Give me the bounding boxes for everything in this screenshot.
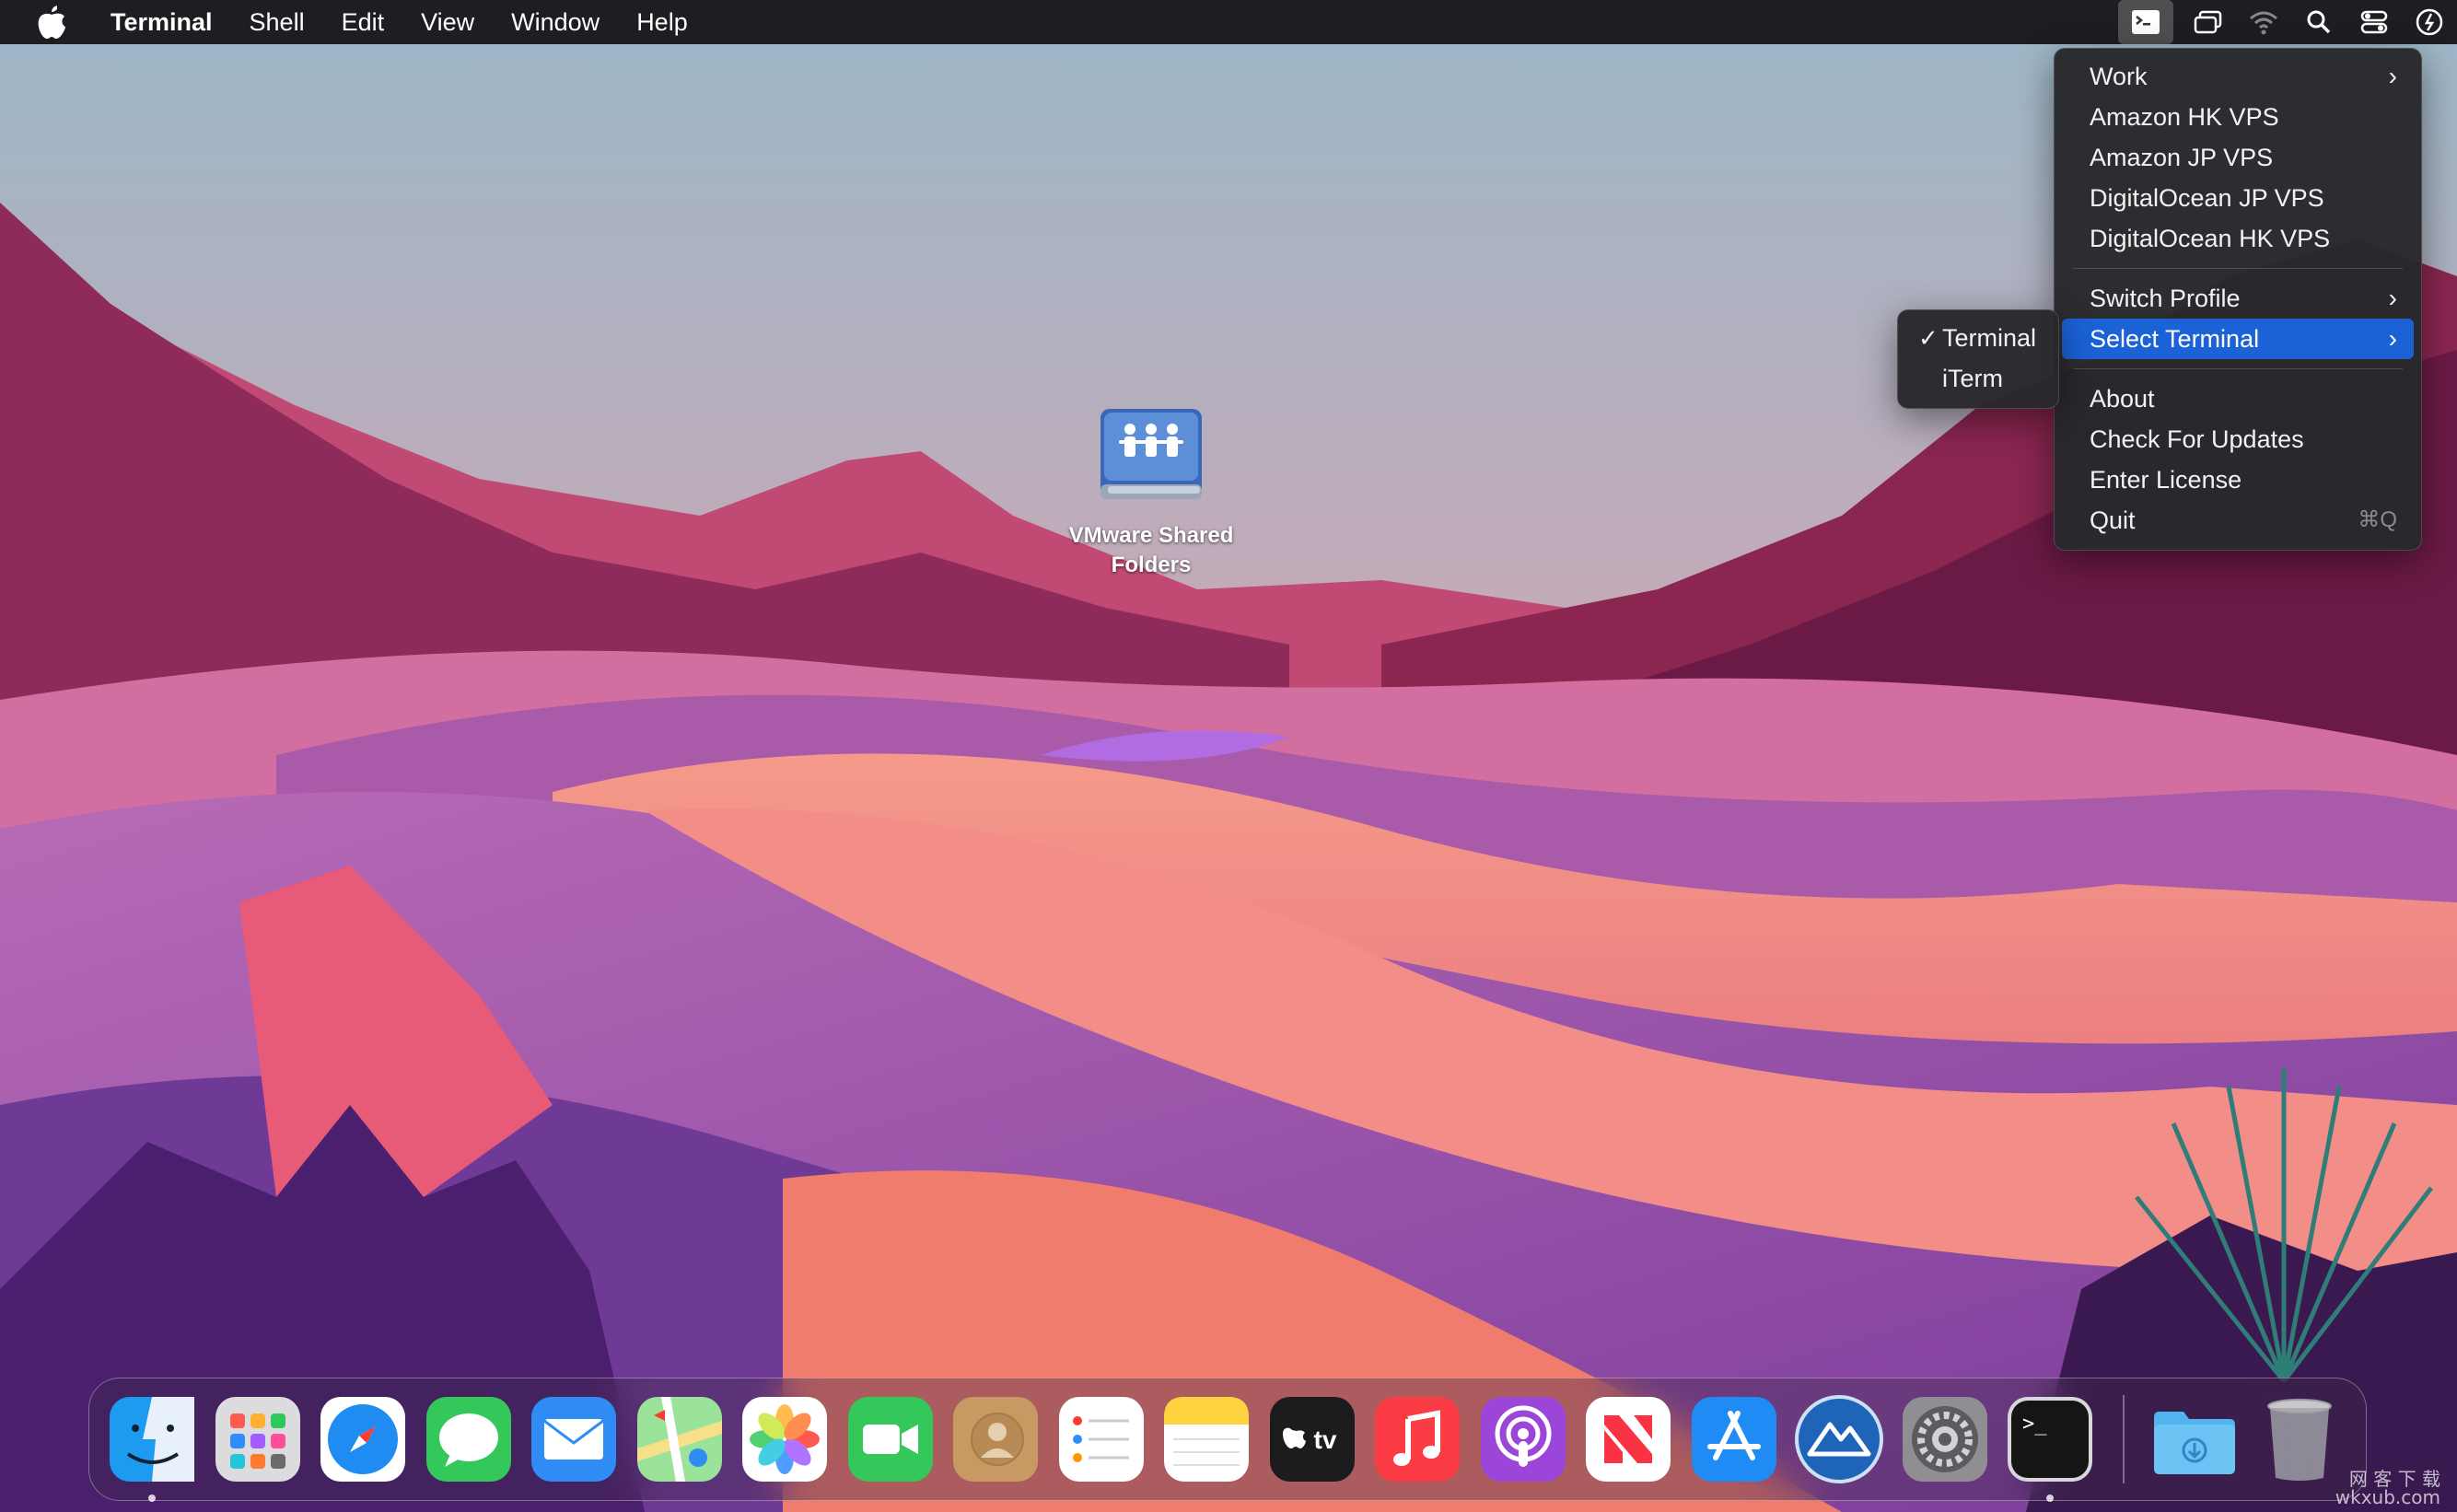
menu-item-label: Select Terminal <box>2090 325 2260 353</box>
select-terminal-submenu: ✓ Terminal iTerm <box>1897 309 2059 409</box>
menu-separator <box>2073 268 2403 269</box>
watermark-line2: wkxub.com <box>2335 1486 2440 1508</box>
status-area <box>2118 0 2457 44</box>
submenu-item-label: Terminal <box>1942 324 2037 352</box>
dock-system-preferences[interactable] <box>1899 1393 1991 1485</box>
dock-tv[interactable]: tv <box>1266 1393 1358 1485</box>
menu-separator <box>2073 368 2403 369</box>
menu-item-label: Work <box>2090 63 2148 90</box>
dock-photos[interactable] <box>739 1393 831 1485</box>
menubar-shell[interactable]: Shell <box>231 0 323 44</box>
running-indicator <box>2046 1495 2054 1502</box>
menu-item-digitalocean-hk[interactable]: DigitalOcean HK VPS <box>2062 218 2414 259</box>
menu-item-amazon-hk[interactable]: Amazon HK VPS <box>2062 97 2414 137</box>
app-store-icon <box>1691 1397 1776 1482</box>
dock-separator <box>2122 1395 2125 1483</box>
dock-contacts[interactable] <box>949 1393 1042 1485</box>
shared-folder-drive-icon <box>1100 409 1202 499</box>
desktop-icon-label-line1: VMware Shared <box>1068 523 1234 548</box>
messages-icon <box>425 1397 511 1482</box>
dock-terminal[interactable]: >_ <box>2004 1393 2096 1502</box>
dock-music[interactable] <box>1371 1393 1463 1485</box>
status-dropdown-menu: Work › Amazon HK VPS Amazon JP VPS Digit… <box>2054 48 2422 551</box>
contacts-icon <box>953 1397 1038 1482</box>
dock-messages[interactable] <box>423 1393 515 1485</box>
watermark-line1: 网 客 下 载 <box>2348 1468 2440 1490</box>
dock-finder[interactable] <box>106 1393 198 1502</box>
search-icon[interactable] <box>2291 0 2346 44</box>
downloads-folder-icon <box>2153 1412 2235 1474</box>
dock-mail[interactable] <box>528 1393 620 1485</box>
menubar-app-name[interactable]: Terminal <box>92 0 231 44</box>
menu-item-check-updates[interactable]: Check For Updates <box>2062 419 2414 459</box>
shuttle-icon <box>1795 1395 1883 1483</box>
dock: tv >_ <box>88 1378 2367 1502</box>
chevron-right-icon: › <box>2388 284 2397 312</box>
running-indicator <box>148 1495 156 1502</box>
watermark: 网 客 下 载 wkxub.com <box>2335 1470 2440 1506</box>
quit-shortcut: ⌘Q <box>2358 507 2397 532</box>
dock-downloads[interactable] <box>2148 1393 2241 1485</box>
desktop-icon-label: VMware Shared Folders <box>1050 521 1252 580</box>
dock-app-store[interactable] <box>1688 1393 1780 1485</box>
dock-reminders[interactable] <box>1055 1393 1147 1485</box>
gear-icon <box>1902 1397 1987 1482</box>
menu-item-amazon-jp[interactable]: Amazon JP VPS <box>2062 137 2414 178</box>
trash-icon <box>2267 1399 2332 1481</box>
dock-safari[interactable] <box>317 1393 409 1485</box>
terminal-icon-prompt: >_ <box>2022 1413 2047 1436</box>
menubar-help[interactable]: Help <box>618 0 706 44</box>
control-center-icon[interactable] <box>2346 0 2402 44</box>
finder-icon <box>110 1397 194 1482</box>
menubar-window[interactable]: Window <box>493 0 618 44</box>
wifi-icon[interactable] <box>2236 0 2291 44</box>
launchpad-icon <box>215 1397 300 1482</box>
tv-icon-label: tv <box>1313 1425 1336 1454</box>
terminal-status-icon[interactable] <box>2118 0 2173 44</box>
notes-icon <box>1164 1397 1249 1482</box>
apple-logo-icon[interactable] <box>35 4 68 41</box>
dock-shuttle[interactable] <box>1793 1393 1885 1485</box>
dock-maps[interactable] <box>634 1393 726 1485</box>
music-icon <box>1375 1397 1460 1482</box>
menu-item-digitalocean-jp[interactable]: DigitalOcean JP VPS <box>2062 178 2414 218</box>
menu-item-label: Switch Profile <box>2090 285 2241 312</box>
menu-item-about[interactable]: About <box>2062 378 2414 419</box>
dock-launchpad[interactable] <box>212 1393 304 1485</box>
checkmark-icon: ✓ <box>1918 324 1939 352</box>
mail-icon <box>531 1397 616 1482</box>
menu-bar: Terminal Shell Edit View Window Help <box>0 0 2457 44</box>
photos-icon <box>742 1397 827 1482</box>
dock-news[interactable] <box>1582 1393 1674 1485</box>
terminal-icon: >_ <box>2008 1397 2092 1482</box>
dock-podcasts[interactable] <box>1477 1393 1569 1485</box>
submenu-item-terminal[interactable]: ✓ Terminal <box>1905 318 2051 358</box>
clock-icon[interactable] <box>2402 0 2457 44</box>
menu-item-work[interactable]: Work › <box>2062 56 2414 97</box>
desktop-icon-label-line2: Folders <box>1111 552 1192 577</box>
screen-mirror-icon[interactable] <box>2181 0 2236 44</box>
tv-icon: tv <box>1269 1397 1355 1482</box>
news-icon <box>1586 1397 1671 1482</box>
reminders-icon <box>1058 1397 1144 1482</box>
podcasts-icon <box>1480 1397 1566 1482</box>
menubar-view[interactable]: View <box>402 0 493 44</box>
dock-facetime[interactable] <box>844 1393 937 1485</box>
menu-item-switch-profile[interactable]: Switch Profile › <box>2062 278 2414 319</box>
facetime-icon <box>847 1397 933 1482</box>
menu-item-label: Quit <box>2090 506 2136 534</box>
dock-trash[interactable] <box>2253 1393 2346 1485</box>
submenu-item-iterm[interactable]: iTerm <box>1905 358 2051 399</box>
submenu-item-label: iTerm <box>1942 365 2003 392</box>
safari-icon <box>320 1397 405 1482</box>
maps-icon <box>636 1397 722 1482</box>
dock-notes[interactable] <box>1160 1393 1252 1485</box>
chevron-right-icon: › <box>2388 62 2397 90</box>
chevron-right-icon: › <box>2388 324 2397 353</box>
menubar-edit[interactable]: Edit <box>323 0 403 44</box>
desktop-icon-vmware-shared-folders[interactable]: VMware Shared Folders <box>1050 396 1252 580</box>
menu-item-select-terminal[interactable]: Select Terminal › <box>2062 319 2414 359</box>
menu-item-quit[interactable]: Quit ⌘Q <box>2062 500 2414 541</box>
menu-item-enter-license[interactable]: Enter License <box>2062 459 2414 500</box>
